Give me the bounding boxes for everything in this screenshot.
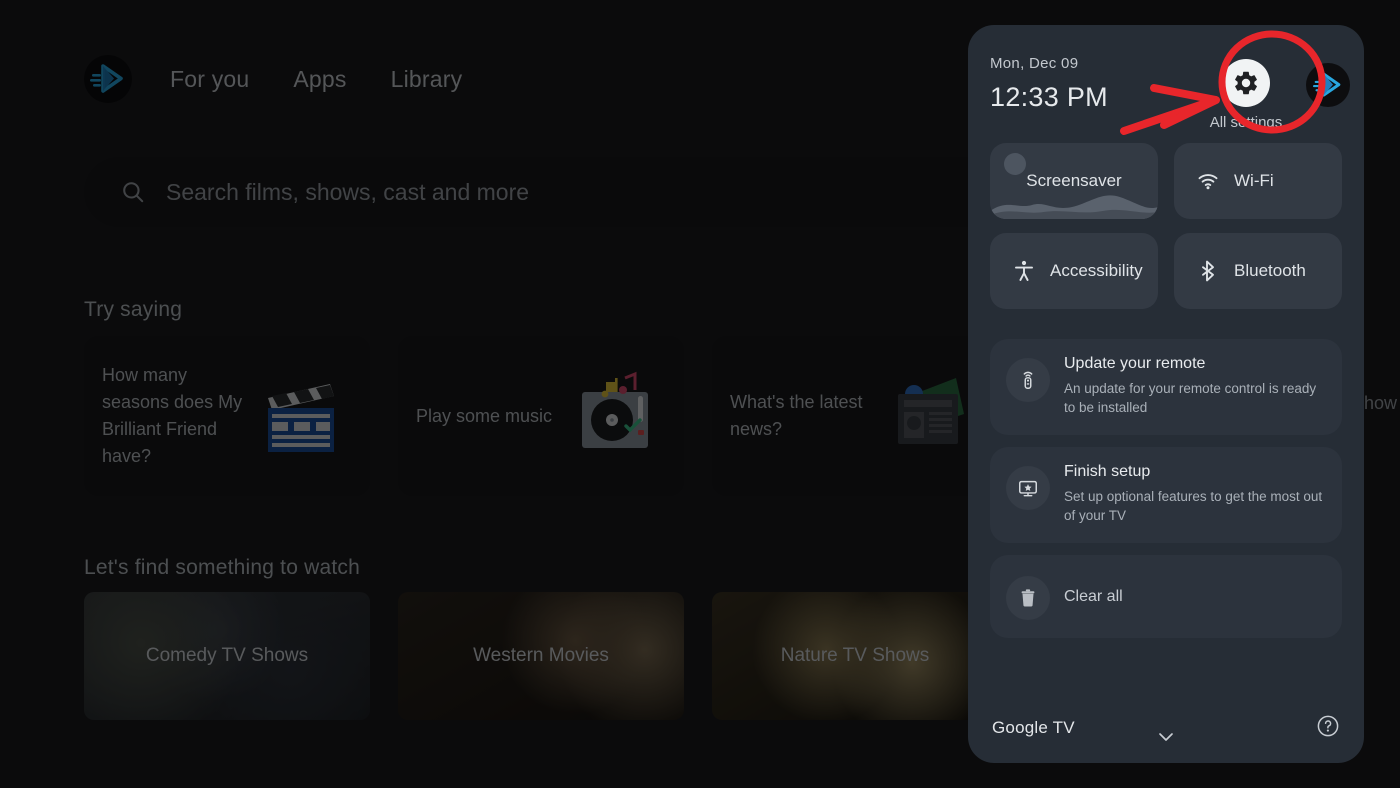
turntable-icon — [570, 368, 666, 464]
search-icon — [123, 182, 144, 203]
bluetooth-icon — [1202, 260, 1214, 282]
clapperboard-icon — [256, 368, 352, 464]
try-saying-text: Play some music — [416, 405, 553, 426]
all-settings-button[interactable]: All settings — [1198, 59, 1294, 131]
top-navigation: For you Apps Library — [84, 55, 506, 103]
tab-for-you[interactable]: For you — [170, 66, 249, 93]
try-saying-card[interactable]: What's the latest news? — [712, 336, 998, 496]
notifications-list: Update your remote An update for your re… — [968, 309, 1364, 638]
category-label: Western Movies — [473, 645, 609, 666]
wifi-icon — [1198, 174, 1218, 190]
tile-accessibility[interactable]: Accessibility — [990, 233, 1158, 309]
tile-label: Wi-Fi — [1234, 171, 1274, 190]
try-saying-text: What's the latest news? — [730, 392, 863, 439]
tile-bluetooth[interactable]: Bluetooth — [1174, 233, 1342, 309]
notification-title: Finish setup — [1064, 463, 1151, 480]
tile-label: Accessibility — [1050, 261, 1143, 280]
try-saying-card[interactable]: Play some music — [398, 336, 684, 496]
tab-library[interactable]: Library — [391, 66, 463, 93]
tile-label: Screensaver — [1026, 171, 1122, 190]
try-saying-row: How many seasons does My Brilliant Frien… — [84, 336, 998, 496]
category-label: Comedy TV Shows — [145, 645, 309, 666]
chevron-down-icon[interactable] — [968, 730, 1364, 749]
tab-apps[interactable]: Apps — [293, 66, 346, 93]
try-saying-title: Try saying — [84, 298, 183, 321]
find-something-title: Let's find something to watch — [84, 556, 360, 579]
tile-wifi[interactable]: Wi-Fi — [1174, 143, 1342, 219]
find-something-row: Comedy TV Shows Western Movies Nature TV… — [84, 592, 998, 720]
clear-all-button[interactable]: Clear all — [990, 555, 1342, 638]
search-placeholder: Search films, shows, cast and more — [166, 178, 530, 205]
moon-icon — [1004, 153, 1026, 175]
notification-update-remote[interactable]: Update your remote An update for your re… — [990, 339, 1342, 435]
notification-subtitle: Set up optional features to get the most… — [1064, 489, 1323, 523]
try-saying-card[interactable]: How many seasons does My Brilliant Frien… — [84, 336, 370, 496]
tv-star-icon — [1006, 466, 1050, 510]
all-settings-label: All settings — [1209, 114, 1283, 131]
category-card[interactable]: Western Movies — [398, 592, 684, 720]
notification-title: Update your remote — [1064, 355, 1206, 372]
quick-settings-panel: Mon, Dec 09 12:33 PM All settings Screen… — [968, 25, 1364, 763]
tile-screensaver[interactable]: Screensaver — [990, 143, 1158, 219]
notification-finish-setup[interactable]: Finish setup Set up optional features to… — [990, 447, 1342, 543]
newspaper-icon — [884, 368, 980, 464]
trash-icon — [1006, 576, 1050, 620]
accessibility-icon — [1015, 260, 1033, 281]
category-card[interactable]: Nature TV Shows — [712, 592, 998, 720]
category-label: Nature TV Shows — [780, 645, 930, 666]
gear-icon — [1222, 59, 1270, 107]
panel-footer: Google TV — [968, 693, 1364, 763]
panel-header: Mon, Dec 09 12:33 PM All settings — [968, 25, 1364, 143]
tile-label: Bluetooth — [1234, 261, 1306, 280]
screen-root: For you Apps Library Search films, shows… — [0, 0, 1400, 788]
clear-all-label: Clear all — [1064, 587, 1123, 605]
try-saying-text: How many seasons does My Brilliant Frien… — [102, 365, 243, 466]
quick-settings-tiles: Screensaver Wi-Fi Accessibility Bluetoot… — [968, 143, 1364, 309]
category-card[interactable]: Comedy TV Shows — [84, 592, 370, 720]
notification-subtitle: An update for your remote control is rea… — [1064, 381, 1317, 415]
google-tv-play-logo-icon[interactable] — [84, 55, 132, 103]
remote-control-icon — [1006, 358, 1050, 402]
profile-avatar[interactable] — [1306, 63, 1350, 107]
